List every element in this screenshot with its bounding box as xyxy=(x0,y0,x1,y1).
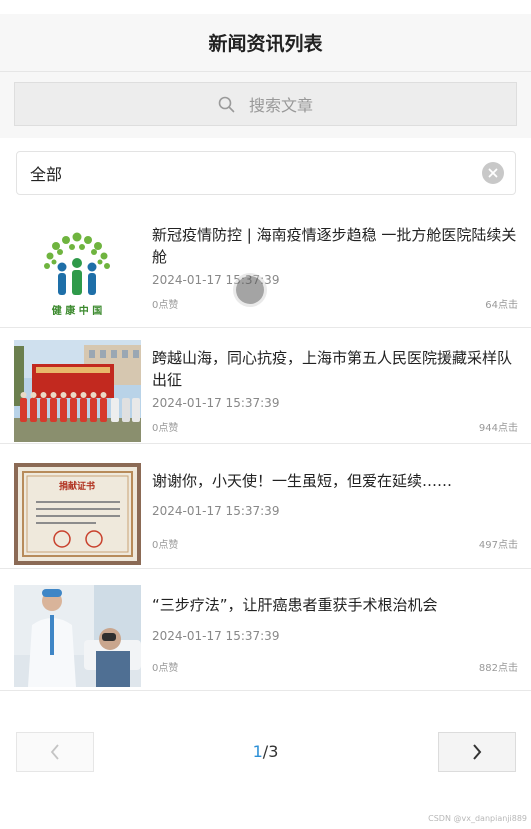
pagination: 1/3 CSDN @vx_danpianji889 xyxy=(0,698,531,829)
category-select[interactable]: 全部 xyxy=(16,151,516,195)
current-page: 1 xyxy=(252,742,263,761)
news-date: 2024-01-17 15:37:39 xyxy=(152,504,280,518)
logo-text: 健 康 中 国 xyxy=(52,304,102,317)
news-list-item[interactable]: 捐献证书 谢谢你，小天使！一生虽短，但爱在延续…… 2024-01-17 15:… xyxy=(0,453,531,569)
search-bar-area: 搜索文章 xyxy=(0,72,531,138)
total-pages: 3 xyxy=(268,742,279,761)
category-selected-value: 全部 xyxy=(30,165,63,184)
news-date: 2024-01-17 15:37:39 xyxy=(152,396,280,410)
news-thumbnail xyxy=(14,340,141,442)
touch-indicator xyxy=(236,276,264,304)
clear-icon[interactable] xyxy=(482,162,504,184)
news-views: 882点击 xyxy=(478,663,518,674)
search-icon xyxy=(218,96,235,112)
next-page-button[interactable] xyxy=(438,732,516,772)
search-input[interactable]: 搜索文章 xyxy=(14,82,517,126)
page-title: 新闻资讯列表 xyxy=(208,33,323,55)
news-title: 新冠疫情防控 | 海南疫情逐步趋稳 一批方舱医院陆续关舱 xyxy=(152,226,517,266)
news-thumbnail: 健 康 中 国 xyxy=(14,222,141,324)
news-list-item[interactable]: “三步疗法”，让肝癌患者重获手术根治机会 2024-01-17 15:37:39… xyxy=(0,575,531,691)
news-likes: 0点赞 xyxy=(152,423,179,434)
page-header: 新闻资讯列表 xyxy=(0,14,531,72)
search-placeholder: 搜索文章 xyxy=(248,96,313,115)
certificate-title: 捐献证书 xyxy=(59,480,95,492)
news-views: 497点击 xyxy=(478,540,518,551)
category-filter-area: 全部 xyxy=(0,138,531,208)
news-list-item[interactable]: 跨越山海，同心抗疫，上海市第五人民医院援藏采样队出征 2024-01-17 15… xyxy=(0,328,531,444)
news-likes: 0点赞 xyxy=(152,300,179,311)
status-strip xyxy=(0,0,531,14)
news-likes: 0点赞 xyxy=(152,663,179,674)
news-date: 2024-01-17 15:37:39 xyxy=(152,629,280,643)
news-views: 944点击 xyxy=(478,423,518,434)
news-title: 跨越山海，同心抗疫，上海市第五人民医院援藏采样队出征 xyxy=(152,349,513,389)
news-likes: 0点赞 xyxy=(152,540,179,551)
news-title: 谢谢你，小天使！一生虽短，但爱在延续…… xyxy=(152,472,453,490)
news-list-item[interactable]: 健 康 中 国 新冠疫情防控 | 海南疫情逐步趋稳 一批方舱医院陆续关舱 202… xyxy=(0,212,531,328)
news-thumbnail xyxy=(14,585,141,687)
news-views: 64点击 xyxy=(485,300,518,311)
watermark: CSDN @vx_danpianji889 xyxy=(428,814,527,823)
news-thumbnail: 捐献证书 xyxy=(14,463,141,565)
news-title: “三步疗法”，让肝癌患者重获手术根治机会 xyxy=(152,596,438,614)
chevron-right-icon xyxy=(473,744,482,760)
